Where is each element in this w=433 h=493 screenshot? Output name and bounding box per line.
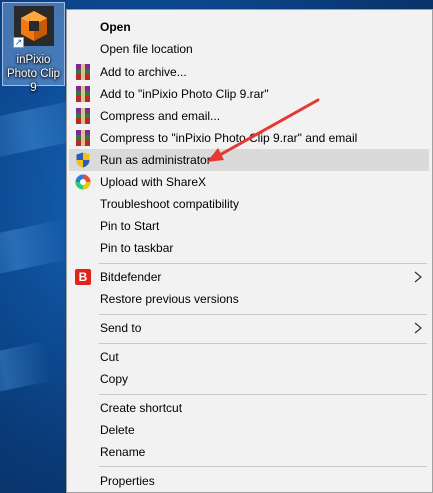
menu-item-copy[interactable]: Copy (69, 368, 429, 390)
menu-item-label: Send to (100, 321, 142, 335)
bitdefender-icon: B (75, 269, 91, 285)
menu-item-label: Cut (100, 350, 119, 364)
menu-item-label: Pin to Start (100, 219, 160, 233)
sharex-icon (75, 174, 91, 190)
menu-separator (99, 263, 427, 264)
menu-item-add-to-archive[interactable]: Add to archive... (69, 61, 429, 83)
menu-item-label: Compress and email... (100, 109, 221, 123)
menu-item-label: Troubleshoot compatibility (100, 197, 239, 211)
menu-item-label: Bitdefender (100, 270, 162, 284)
menu-separator (99, 314, 427, 315)
menu-item-label: Add to archive... (100, 65, 187, 79)
menu-item-label: Pin to taskbar (100, 241, 174, 255)
wallpaper-streak (0, 219, 73, 281)
chevron-right-icon (414, 271, 422, 283)
context-menu: Open Open file location Add to archive..… (66, 9, 433, 493)
menu-item-label: Copy (100, 372, 129, 386)
menu-item-properties[interactable]: Properties (69, 470, 429, 492)
menu-item-create-shortcut[interactable]: Create shortcut (69, 397, 429, 419)
menu-item-compress-and-email[interactable]: Compress and email... (69, 105, 429, 127)
menu-item-open-file-location[interactable]: Open file location (69, 38, 429, 60)
menu-item-send-to[interactable]: Send to (69, 317, 429, 339)
menu-item-cut[interactable]: Cut (69, 346, 429, 368)
menu-item-label: Add to "inPixio Photo Clip 9.rar" (100, 87, 269, 101)
menu-item-label: Properties (100, 474, 155, 488)
menu-item-restore-previous-versions[interactable]: Restore previous versions (69, 288, 429, 310)
menu-item-rename[interactable]: Rename (69, 441, 429, 463)
menu-item-delete[interactable]: Delete (69, 419, 429, 441)
desktop-shortcut-inpixio[interactable]: ↗ inPixio Photo Clip 9 (2, 2, 65, 94)
desktop-icon-label: inPixio Photo Clip 9 (6, 54, 61, 94)
menu-item-open[interactable]: Open (69, 16, 429, 38)
menu-separator (99, 394, 427, 395)
menu-item-label: Upload with ShareX (100, 175, 207, 189)
menu-item-label: Restore previous versions (100, 292, 239, 306)
menu-item-label: Open file location (100, 42, 193, 56)
menu-item-troubleshoot-compatibility[interactable]: Troubleshoot compatibility (69, 193, 429, 215)
chevron-right-icon (414, 322, 422, 334)
menu-separator (99, 343, 427, 344)
menu-item-label: Create shortcut (100, 401, 183, 415)
menu-item-label: Run as administrator (100, 153, 211, 167)
menu-item-label: Open (100, 20, 131, 34)
menu-item-label: Delete (100, 423, 135, 437)
menu-item-pin-to-taskbar[interactable]: Pin to taskbar (69, 237, 429, 259)
menu-item-compress-to-rar-and-email[interactable]: Compress to "inPixio Photo Clip 9.rar" a… (69, 127, 429, 149)
wallpaper-streak (0, 341, 54, 399)
shortcut-arrow-icon: ↗ (13, 37, 24, 48)
menu-item-upload-with-sharex[interactable]: Upload with ShareX (69, 171, 429, 193)
menu-item-run-as-administrator[interactable]: Run as administrator (69, 149, 429, 171)
uac-shield-icon (76, 152, 90, 168)
menu-item-add-to-rar[interactable]: Add to "inPixio Photo Clip 9.rar" (69, 83, 429, 105)
menu-item-label: Rename (100, 445, 146, 459)
menu-item-bitdefender[interactable]: B Bitdefender (69, 266, 429, 288)
menu-separator (99, 466, 427, 467)
menu-item-pin-to-start[interactable]: Pin to Start (69, 215, 429, 237)
menu-item-label: Compress to "inPixio Photo Clip 9.rar" a… (100, 131, 358, 145)
